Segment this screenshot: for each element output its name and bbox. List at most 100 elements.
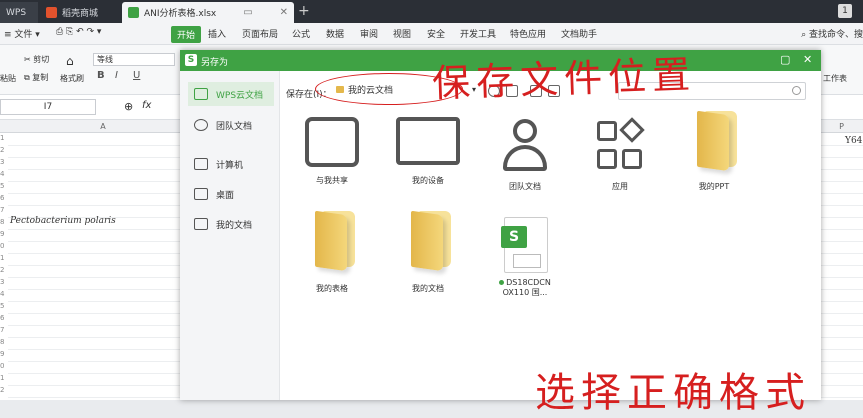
undo-redo-icons[interactable]: ⎙ ⎘ ↶ ↷ ▾ [56, 27, 101, 37]
tab-ani-xlsx[interactable]: ANI分析表格.xlsx ▭ ✕ [122, 2, 294, 23]
close-icon[interactable]: ✕ [803, 53, 812, 66]
desktop-icon [194, 188, 208, 200]
item-my-sheets[interactable]: 我的表格 [292, 210, 372, 294]
row-number[interactable]: 0 [0, 362, 8, 370]
column-header-p[interactable]: P [820, 120, 863, 133]
sync-status-icon [499, 280, 505, 285]
row-number[interactable]: 6 [0, 314, 8, 322]
search-command[interactable]: ⌕ 查找命令、搜 [801, 27, 863, 40]
computer-icon [194, 158, 208, 170]
italic-button[interactable]: I [115, 70, 118, 81]
spreadsheet-icon [128, 7, 139, 18]
wps-logo-icon: S [185, 54, 197, 66]
close-icon[interactable]: ✕ [274, 7, 288, 18]
row-number[interactable]: 1 [0, 254, 8, 262]
daoke-icon [46, 7, 57, 18]
wps-sheet-icon: S [496, 215, 554, 275]
item-my-documents[interactable]: 我的文档 [388, 210, 468, 294]
row-number[interactable]: 7 [0, 326, 8, 334]
row-number[interactable]: 5 [0, 182, 8, 190]
item-label: DS18CDCN OX110 国... [502, 278, 551, 297]
item-ds18-file[interactable]: S DS18CDCN OX110 国... [485, 215, 565, 298]
zoom-icon[interactable]: ⊕ [124, 100, 133, 113]
annotation-save-location: 保存文件位置 [431, 52, 697, 106]
row-number[interactable]: 4 [0, 170, 8, 178]
menu-insert[interactable]: 插入 [208, 27, 226, 40]
row-number[interactable]: 5 [0, 302, 8, 310]
sidebar-item-label: 计算机 [216, 160, 244, 171]
fx-icon[interactable]: fx [142, 100, 151, 111]
maximize-icon[interactable]: ▢ [780, 53, 790, 66]
row-number[interactable]: 9 [0, 350, 8, 358]
tab-label: ANI分析表格.xlsx [144, 9, 217, 19]
cloud-icon [194, 88, 208, 100]
menu-bar: ≡ 文件 ▾ ⎙ ⎘ ↶ ↷ ▾ 开始 插入 页面布局 公式 数据 审阅 视图 … [0, 23, 863, 45]
row-number[interactable]: 7 [0, 206, 8, 214]
folder-icon [685, 110, 743, 177]
menu-formula[interactable]: 公式 [292, 27, 310, 40]
item-label: 我的表格 [316, 284, 348, 293]
item-label: 我的设备 [412, 176, 444, 185]
item-shared[interactable]: 与我共享 [292, 117, 372, 186]
menu-developer[interactable]: 开发工具 [460, 27, 496, 40]
item-team-docs[interactable]: 团队文档 [485, 117, 565, 192]
row-number[interactable]: 1 [0, 134, 8, 142]
row-number[interactable]: 2 [0, 146, 8, 154]
dialog-main: 保存在(I)： 我的云文档 ▾ 与我共享 我的设备 团队文档 应用 我的PPT … [280, 71, 821, 400]
cell-p-value[interactable]: Y64 [845, 136, 862, 146]
tab-wps[interactable]: WPS [0, 2, 38, 23]
row-number[interactable]: 8 [0, 338, 8, 346]
menu-doc-assistant[interactable]: 文档助手 [561, 27, 597, 40]
cut-button[interactable]: ✂ 剪切 [24, 54, 49, 65]
menu-features[interactable]: 特色应用 [510, 27, 546, 40]
row-number[interactable]: 2 [0, 266, 8, 274]
sidebar-item-label: 桌面 [216, 190, 235, 201]
font-name-select[interactable]: 等线 [93, 53, 175, 66]
menu-data[interactable]: 数据 [326, 27, 344, 40]
menu-page-layout[interactable]: 页面布局 [242, 27, 278, 40]
row-number[interactable]: 1 [0, 374, 8, 382]
new-tab-button[interactable]: + [298, 3, 310, 19]
devices-icon [396, 117, 460, 165]
menu-file[interactable]: ≡ 文件 ▾ [4, 27, 40, 40]
sidebar-item-desktop[interactable]: 桌面 [188, 182, 274, 206]
copy-button[interactable]: ⧉ 复制 [24, 72, 48, 83]
item-my-ppt[interactable]: 我的PPT [674, 110, 754, 192]
row-number[interactable]: 8 [0, 218, 8, 226]
tab-label: WPS [6, 7, 27, 18]
name-box[interactable]: I7 [0, 99, 96, 115]
format-painter-icon: ⌂ [66, 54, 74, 68]
row-number[interactable]: 0 [0, 242, 8, 250]
menu-start[interactable]: 开始 [171, 26, 202, 43]
sidebar-item-my-docs[interactable]: 我的文档 [188, 212, 274, 236]
cell-species[interactable]: Pectobacterium polaris [10, 216, 116, 226]
row-number[interactable]: 3 [0, 278, 8, 286]
menu-review[interactable]: 审阅 [360, 27, 378, 40]
sidebar-item-team-docs[interactable]: 团队文档 [188, 113, 274, 137]
restore-icon[interactable]: ▭ [237, 7, 252, 18]
sidebar-item-computer[interactable]: 计算机 [188, 152, 274, 176]
row-number[interactable]: 3 [0, 158, 8, 166]
worksheet-button[interactable]: 工作表 [823, 73, 847, 84]
sidebar-item-wps-cloud[interactable]: WPS云文档 [188, 82, 274, 106]
window-badge-icon[interactable]: 1 [838, 4, 852, 18]
row-number[interactable]: 2 [0, 386, 8, 394]
item-apps[interactable]: 应用 [580, 117, 660, 192]
paste-button[interactable]: 粘贴 [0, 73, 16, 84]
tab-label: 稻壳商城 [62, 9, 99, 19]
item-my-devices[interactable]: 我的设备 [388, 117, 468, 186]
menu-security[interactable]: 安全 [427, 27, 445, 40]
menu-view[interactable]: 视图 [393, 27, 411, 40]
format-painter-button[interactable]: 格式刷 [60, 73, 84, 84]
row-number[interactable]: 4 [0, 290, 8, 298]
tab-daoke-store[interactable]: 稻壳商城 [40, 2, 120, 23]
row-number[interactable]: 9 [0, 230, 8, 238]
underline-button[interactable]: U [133, 70, 140, 81]
bold-button[interactable]: B [97, 70, 105, 81]
team-icon [496, 117, 554, 177]
column-header-a[interactable]: A [8, 120, 198, 133]
row-number[interactable]: 6 [0, 194, 8, 202]
tab-bar: WPS 稻壳商城 ANI分析表格.xlsx ▭ ✕ + 1 [0, 0, 863, 23]
search-icon [792, 86, 801, 95]
team-icon [194, 119, 208, 131]
